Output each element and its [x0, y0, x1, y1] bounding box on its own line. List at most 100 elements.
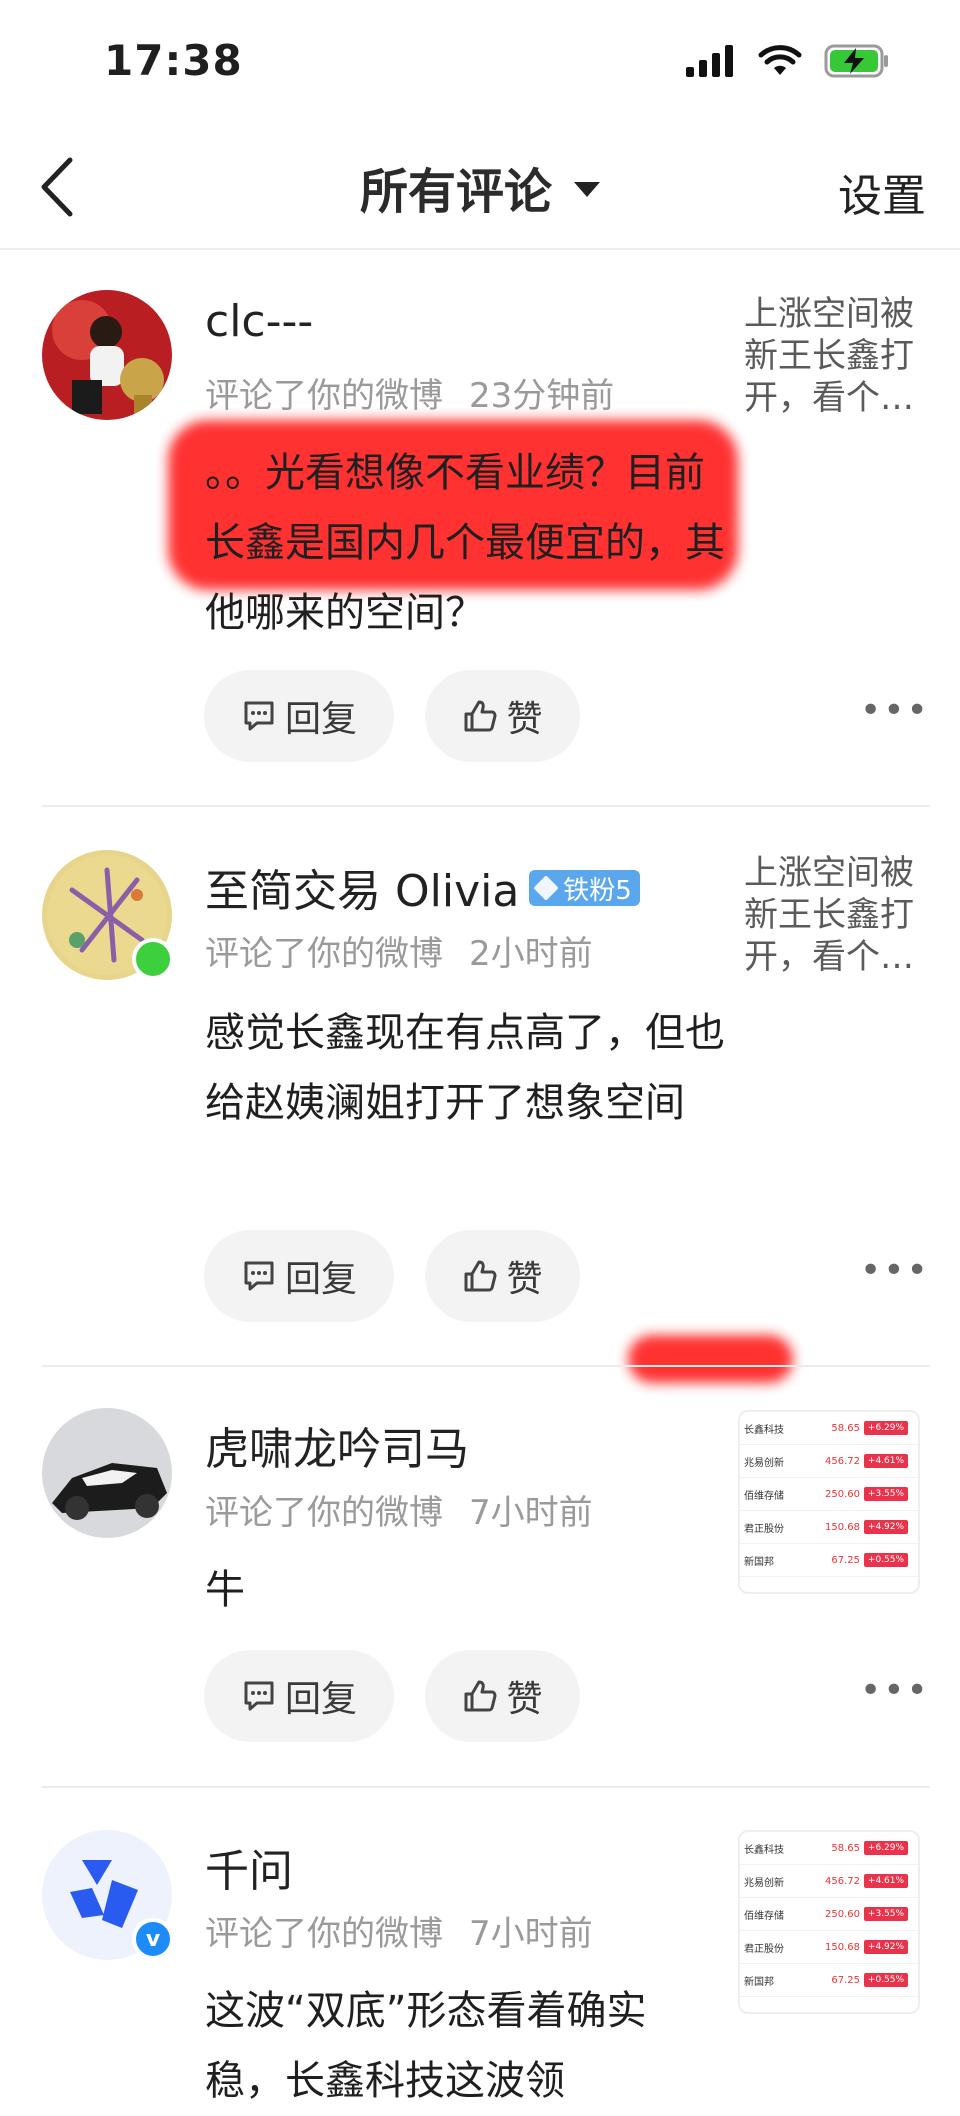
stock-row: 长鑫科技 58.65 +6.29%: [740, 1412, 918, 1445]
reply-label: 回复: [284, 1679, 357, 1720]
username[interactable]: 至简交易 Olivia 铁粉5: [205, 855, 640, 919]
nav-bar: 所有评论 设置: [0, 130, 960, 250]
diamond-icon: [533, 875, 560, 901]
settings-button[interactable]: 设置: [838, 160, 926, 224]
wifi-icon: [758, 45, 802, 75]
stock-row: 君正股份 150.68 +4.92%: [740, 1931, 918, 1964]
reply-button[interactable]: 回复: [204, 1230, 394, 1322]
username-text: 至简交易 Olivia: [205, 866, 520, 917]
divider: [42, 1786, 930, 1788]
reply-button[interactable]: 回复: [204, 1650, 394, 1742]
stock-change: +3.55%: [864, 1487, 908, 1501]
comment-content: 牛: [205, 1567, 245, 1613]
stock-change: +4.92%: [864, 1520, 908, 1534]
stock-name: 佰维存储: [744, 1910, 784, 1922]
comment-meta: 评论了你的微博 7小时前: [205, 1485, 593, 1534]
stock-price: 58.65: [831, 1422, 860, 1434]
reply-button[interactable]: 回复: [204, 670, 394, 762]
stock-row: 长鑫科技 58.65 +6.29%: [740, 1832, 918, 1865]
stock-price: 67.25: [831, 1974, 860, 1986]
stock-price: 250.60: [825, 1908, 860, 1920]
online-status-dot: [132, 938, 174, 980]
post-thumbnail[interactable]: 长鑫科技 58.65 +6.29% 兆易创新 456.72 +4.61% 佰维存储 250…: [738, 1830, 920, 2014]
comment-action: 评论了你的微博: [205, 1493, 443, 1533]
username[interactable]: 千问: [205, 1835, 293, 1899]
thumbs-up-icon: [464, 700, 497, 732]
more-options-button[interactable]: •••: [860, 1250, 930, 1291]
more-options-button[interactable]: •••: [860, 1670, 930, 1711]
quoted-post[interactable]: 上涨空间被新王长鑫打开，看个…: [744, 293, 934, 419]
stock-row: 佰维存储 250.60 +3.55%: [740, 1478, 918, 1511]
username[interactable]: 虎啸龙吟司马: [205, 1413, 469, 1477]
like-label: 赞: [506, 1259, 543, 1300]
divider: [42, 1365, 930, 1367]
stock-name: 兆易创新: [744, 1457, 784, 1469]
stock-name: 兆易创新: [744, 1877, 784, 1889]
post-thumbnail[interactable]: 长鑫科技 58.65 +6.29% 兆易创新 456.72 +4.61% 佰维存储 250…: [738, 1410, 920, 1594]
comment-meta: 评论了你的微博 23分钟前: [205, 368, 614, 417]
stock-change: +4.92%: [864, 1940, 908, 1954]
page-title: 所有评论: [359, 164, 552, 220]
redaction-mark: [628, 1335, 793, 1383]
stock-row: 兆易创新 456.72 +4.61%: [740, 1445, 918, 1478]
comment-time: 7小时前: [469, 1914, 593, 1954]
status-bar: 17:38: [0, 0, 960, 120]
stock-row: 佰维存储 250.60 +3.55%: [740, 1898, 918, 1931]
stock-name: 新国邦: [744, 1976, 774, 1988]
avatar-image: [42, 290, 172, 420]
stock-change: +4.61%: [864, 1874, 908, 1888]
comment-content: 这波“双底”形态看着确实稳，长鑫科技这波领: [205, 1988, 647, 2104]
comment-action: 评论了你的微博: [205, 1914, 443, 1954]
caret-down-icon: [574, 181, 600, 197]
comment-action: 评论了你的微博: [205, 376, 443, 416]
verified-icon: v: [132, 1918, 174, 1960]
comment-filter-dropdown[interactable]: 所有评论: [0, 152, 960, 222]
comment-meta: 评论了你的微博 2小时前: [205, 926, 593, 975]
like-button[interactable]: 赞: [425, 1650, 580, 1742]
like-button[interactable]: 赞: [425, 670, 580, 762]
stock-name: 君正股份: [744, 1523, 784, 1535]
stock-price: 58.65: [831, 1842, 860, 1854]
stock-price: 67.25: [831, 1554, 860, 1566]
comment-meta: 评论了你的微博 7小时前: [205, 1906, 593, 1955]
comment-time: 23分钟前: [469, 376, 615, 416]
stock-change: +0.55%: [864, 1973, 908, 1987]
divider: [42, 805, 930, 807]
thumbs-up-icon: [464, 1260, 497, 1292]
cellular-signal-icon: [686, 45, 733, 77]
battery-charging-icon: [824, 44, 888, 78]
comment-content: 。。光看想像不看业绩？目前长鑫是国内几个最便宜的，其他哪来的空间？: [205, 450, 725, 636]
more-options-button[interactable]: •••: [860, 690, 930, 731]
stock-change: +4.61%: [864, 1454, 908, 1468]
username[interactable]: clc---: [205, 296, 313, 347]
comment-content: 感觉长鑫现在有点高了，但也给赵姨澜姐打开了想象空间: [205, 1010, 725, 1126]
comment-time: 7小时前: [469, 1493, 593, 1533]
stock-change: +0.55%: [864, 1553, 908, 1567]
comment-action: 评论了你的微博: [205, 934, 443, 974]
like-button[interactable]: 赞: [425, 1230, 580, 1322]
thumbs-up-icon: [464, 1680, 497, 1712]
comment-bubble-icon: [244, 1681, 274, 1711]
stock-name: 长鑫科技: [744, 1844, 784, 1856]
status-time: 17:38: [104, 36, 243, 85]
like-label: 赞: [506, 1679, 543, 1720]
quoted-post[interactable]: 上涨空间被新王长鑫打开，看个…: [744, 852, 934, 978]
stock-row: 新国邦 67.25 +0.55%: [740, 1544, 918, 1577]
stock-price: 150.68: [825, 1941, 860, 1953]
stock-name: 新国邦: [744, 1556, 774, 1568]
reply-label: 回复: [284, 699, 357, 740]
stock-change: +3.55%: [864, 1907, 908, 1921]
stock-name: 君正股份: [744, 1943, 784, 1955]
comment-bubble-icon: [244, 701, 274, 731]
status-icons: [686, 44, 890, 78]
stock-price: 250.60: [825, 1488, 860, 1500]
fan-badge-label: 铁粉5: [563, 875, 632, 906]
avatar[interactable]: [42, 1408, 172, 1538]
stock-name: 长鑫科技: [744, 1424, 784, 1436]
avatar[interactable]: [42, 290, 172, 420]
stock-row: 兆易创新 456.72 +4.61%: [740, 1865, 918, 1898]
fan-badge: 铁粉5: [529, 870, 640, 906]
stock-price: 150.68: [825, 1521, 860, 1533]
stock-row: 新国邦 67.25 +0.55%: [740, 1964, 918, 1997]
reply-label: 回复: [284, 1259, 357, 1300]
